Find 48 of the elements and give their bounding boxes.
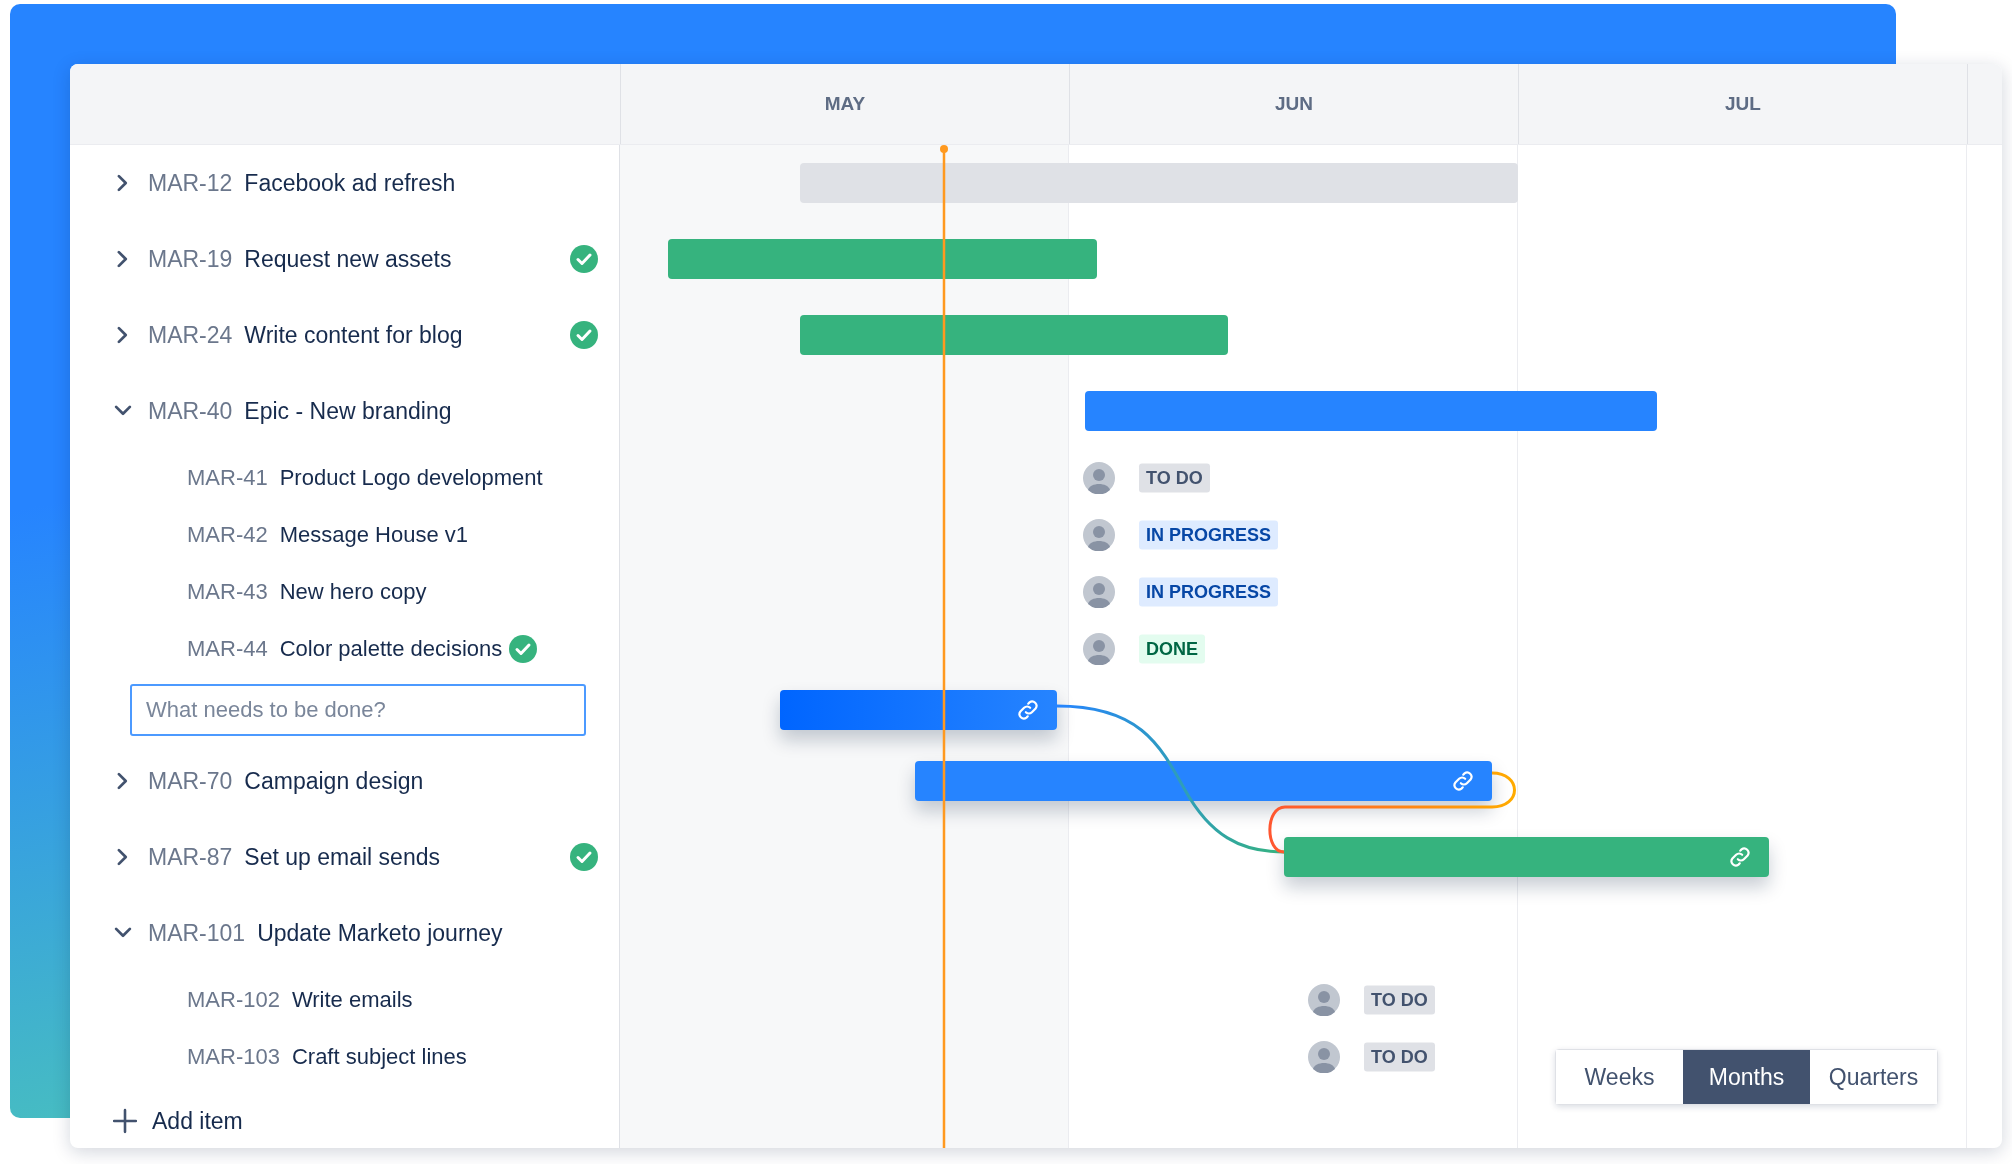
- issue-key: MAR-40: [148, 397, 233, 425]
- status-lozenge: IN PROGRESS: [1139, 577, 1279, 606]
- issue-title[interactable]: Write content for blog: [244, 321, 463, 349]
- status-lozenge: TO DO: [1364, 985, 1435, 1014]
- view-tab[interactable]: Months: [1683, 1050, 1810, 1104]
- timeline-bar[interactable]: [779, 690, 1057, 730]
- issue-key: MAR-41: [187, 464, 268, 491]
- view-tab[interactable]: Weeks: [1556, 1050, 1683, 1104]
- month-label: JUN: [1070, 64, 1519, 144]
- issue-key: MAR-24: [148, 321, 233, 349]
- issue-title[interactable]: Product Logo development: [279, 464, 543, 491]
- issue-title[interactable]: Craft subject lines: [291, 1043, 467, 1070]
- month-label: JUL: [1519, 64, 1968, 144]
- issue-key: MAR-102: [187, 986, 280, 1013]
- issue-key: MAR-43: [187, 578, 268, 605]
- issue-key: MAR-70: [148, 767, 233, 795]
- avatar: [1083, 461, 1116, 494]
- input-field[interactable]: What needs to be done?: [130, 684, 586, 736]
- avatar: [1083, 575, 1116, 608]
- view-tab[interactable]: Quarters: [1810, 1050, 1937, 1104]
- issue-key: MAR-12: [148, 169, 233, 197]
- issue-title[interactable]: Facebook ad refresh: [244, 169, 456, 197]
- issue-title[interactable]: New hero copy: [279, 578, 427, 605]
- issue-key: MAR-42: [187, 521, 268, 548]
- avatar: [1308, 983, 1341, 1016]
- issue-title[interactable]: Message House v1: [279, 521, 468, 548]
- add-item-button[interactable]: Add item: [106, 1103, 249, 1139]
- issue-key: MAR-44: [187, 635, 268, 662]
- issue-key: MAR-19: [148, 245, 233, 273]
- avatar: [1308, 1040, 1341, 1073]
- status-lozenge: TO DO: [1139, 463, 1210, 492]
- issue-title[interactable]: Set up email sends: [244, 843, 440, 871]
- month-label: MAY: [621, 64, 1070, 144]
- issue-title[interactable]: Request new assets: [244, 245, 452, 273]
- issue-title[interactable]: Update Marketo journey: [257, 919, 503, 947]
- avatar: [1083, 518, 1116, 551]
- status-lozenge: TO DO: [1364, 1042, 1435, 1071]
- avatar: [1083, 632, 1116, 665]
- plus-icon: [112, 1108, 138, 1134]
- status-lozenge: IN PROGRESS: [1139, 520, 1279, 549]
- status-lozenge: DONE: [1139, 634, 1206, 663]
- issue-title[interactable]: Campaign design: [244, 767, 424, 795]
- issue-title[interactable]: Color palette decisions: [279, 635, 503, 662]
- issue-key: MAR-101: [148, 919, 246, 947]
- issue-title[interactable]: Write emails: [291, 986, 413, 1013]
- issue-title[interactable]: Epic - New branding: [244, 397, 452, 425]
- issue-key: MAR-87: [148, 843, 233, 871]
- issue-key: MAR-103: [187, 1043, 280, 1070]
